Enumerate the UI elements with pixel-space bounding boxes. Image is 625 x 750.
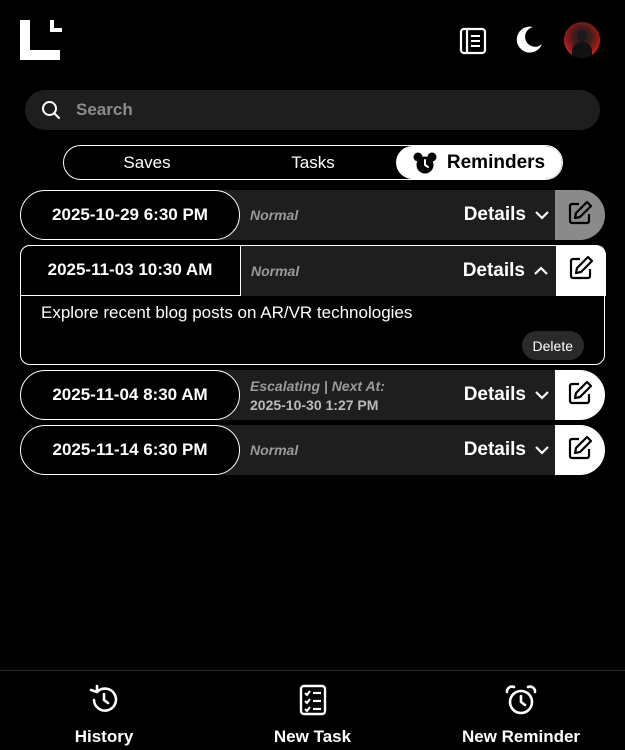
details-toggle[interactable]: Details bbox=[464, 370, 550, 420]
reminder-row[interactable]: 2025-10-29 6:30 PM Normal Details bbox=[20, 190, 605, 240]
reminder-status: Normal bbox=[250, 442, 299, 458]
chevron-down-icon bbox=[534, 209, 550, 221]
reminder-next-at: 2025-10-30 1:27 PM bbox=[250, 396, 379, 413]
tab-tasks[interactable]: Tasks bbox=[230, 146, 396, 179]
chevron-down-icon bbox=[534, 389, 550, 401]
reminder-date: 2025-11-04 8:30 AM bbox=[20, 370, 240, 420]
history-icon bbox=[88, 683, 120, 717]
reminder-status: Normal bbox=[250, 207, 299, 223]
edit-button[interactable] bbox=[555, 425, 605, 475]
reminder-note: Explore recent blog posts on AR/VR techn… bbox=[41, 303, 413, 322]
reminder-row[interactable]: 2025-11-04 8:30 AM Escalating | Next At:… bbox=[20, 370, 605, 420]
moon-icon[interactable] bbox=[513, 24, 545, 56]
app-logo[interactable] bbox=[20, 20, 62, 60]
tab-reminders[interactable]: Reminders bbox=[396, 146, 562, 179]
details-toggle[interactable]: Details bbox=[463, 246, 549, 296]
reminder-date: 2025-11-14 6:30 PM bbox=[20, 425, 240, 475]
alarm-clock-icon bbox=[413, 152, 437, 174]
avatar[interactable] bbox=[564, 22, 600, 58]
edit-button[interactable] bbox=[555, 244, 606, 296]
chevron-down-icon bbox=[534, 444, 550, 456]
search-icon bbox=[40, 99, 62, 121]
new-task-button[interactable]: New Task bbox=[209, 671, 417, 750]
app-header bbox=[0, 0, 625, 85]
edit-button[interactable] bbox=[555, 190, 605, 240]
reminder-row[interactable]: 2025-11-14 6:30 PM Normal Details bbox=[20, 425, 605, 475]
new-reminder-button[interactable]: New Reminder bbox=[417, 671, 625, 750]
edit-icon bbox=[567, 435, 593, 466]
search-bar[interactable] bbox=[25, 90, 600, 130]
tab-saves[interactable]: Saves bbox=[64, 146, 230, 179]
details-toggle[interactable]: Details bbox=[464, 425, 550, 475]
reminder-status: Escalating | Next At: bbox=[250, 377, 385, 394]
reminder-list: 2025-10-29 6:30 PM Normal Details 2025-1… bbox=[19, 190, 606, 480]
task-list-icon bbox=[299, 683, 327, 717]
details-toggle[interactable]: Details bbox=[464, 190, 550, 240]
chevron-up-icon bbox=[533, 265, 549, 277]
edit-icon bbox=[567, 200, 593, 231]
bottom-nav: History New Task New Reminder bbox=[0, 670, 625, 750]
history-button[interactable]: History bbox=[0, 671, 208, 750]
alarm-clock-icon bbox=[504, 683, 538, 717]
edit-icon bbox=[568, 255, 594, 286]
edit-icon bbox=[567, 380, 593, 411]
edit-button[interactable] bbox=[555, 370, 605, 420]
reminder-date: 2025-11-03 10:30 AM bbox=[19, 244, 241, 296]
delete-button[interactable]: Delete bbox=[521, 331, 584, 360]
search-input[interactable] bbox=[76, 100, 556, 120]
notebook-icon[interactable] bbox=[458, 26, 488, 56]
reminder-row-expanded[interactable]: 2025-11-03 10:30 AM Normal Details Explo… bbox=[19, 244, 606, 365]
reminder-date: 2025-10-29 6:30 PM bbox=[20, 190, 240, 240]
reminder-status: Normal bbox=[251, 263, 300, 279]
tab-bar: Saves Tasks Reminders bbox=[63, 145, 563, 180]
